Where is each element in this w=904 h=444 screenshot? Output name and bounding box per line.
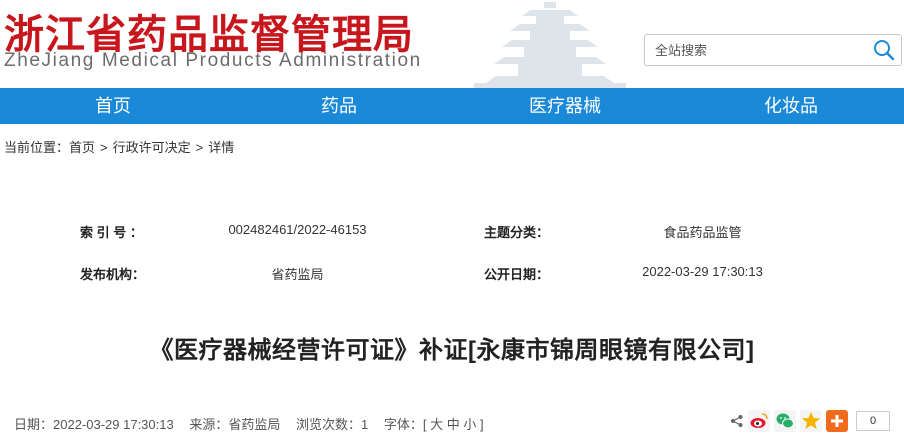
article-title: 《医疗器械经营许可证》补证[永康市锦周眼镜有限公司] [149, 337, 755, 364]
nav-item-drugs[interactable]: 药品 [226, 88, 452, 124]
breadcrumb-admin-licensing[interactable]: 行政许可决定 [113, 140, 191, 155]
font-size-suffix: ] [480, 417, 484, 432]
nav-item-cosmetics[interactable]: 化妆品 [678, 88, 904, 124]
wechat-icon[interactable] [774, 410, 796, 432]
more-icon[interactable] [826, 410, 848, 432]
document-meta: 索 引 号 ： 002482461/2022-46153 主题分类： 食品药品监… [0, 210, 904, 294]
breadcrumb-current: 详情 [208, 140, 235, 155]
breadcrumb: 当前位置：首页 > 行政许可决定 > 详情 [4, 137, 234, 156]
search-box [644, 34, 902, 66]
search-icon[interactable] [873, 39, 895, 61]
topic-label: 主题分类： [484, 225, 550, 240]
article-source: 来源：省药监局 [189, 417, 281, 432]
site-header: 浙江省药品监督管理局 ZheJiang Medical Products Adm… [0, 0, 904, 88]
share-bar: 0 [730, 410, 890, 432]
index-number-value: 002482461/2022-46153 [228, 222, 367, 237]
share-icon[interactable] [730, 410, 744, 432]
font-size-medium-button[interactable]: 中 [447, 417, 460, 432]
publish-date-label: 公开日期： [484, 267, 550, 282]
article-views: 浏览次数：1 [295, 417, 369, 432]
font-size-large-button[interactable]: 大 [430, 417, 443, 432]
article-date: 日期：2022-03-29 17:30:13 [14, 417, 174, 432]
qzone-icon[interactable] [800, 410, 822, 432]
nav-item-medical-devices[interactable]: 医疗器械 [452, 88, 678, 124]
article-info-bar: 日期：2022-03-29 17:30:13 来源：省药监局 浏览次数：1 字体… [14, 414, 484, 433]
site-logo-english: ZheJiang Medical Products Administration [4, 50, 422, 71]
breadcrumb-separator: > [100, 140, 108, 155]
share-count: 0 [856, 411, 890, 431]
breadcrumb-home[interactable]: 首页 [69, 140, 95, 155]
breadcrumb-separator: > [195, 140, 204, 155]
publisher-label: 发布机构： [80, 267, 146, 282]
main-nav: 首页 药品 医疗器械 化妆品 [0, 88, 904, 124]
topic-value: 食品药品监管 [663, 225, 742, 240]
meta-row: 发布机构： 省药监局 公开日期： 2022-03-29 17:30:13 [0, 252, 904, 294]
pagoda-decoration [474, 2, 626, 88]
search-input[interactable] [645, 35, 865, 65]
publisher-value: 省药监局 [271, 267, 324, 282]
publish-date-value: 2022-03-29 17:30:13 [642, 264, 763, 279]
meta-row: 索 引 号 ： 002482461/2022-46153 主题分类： 食品药品监… [0, 210, 904, 252]
index-number-label: 索 引 号 ： [80, 225, 143, 240]
font-size-small-button[interactable]: 小 [463, 417, 476, 432]
nav-item-home[interactable]: 首页 [0, 88, 226, 124]
weibo-icon[interactable] [748, 410, 770, 432]
breadcrumb-prefix: 当前位置： [4, 140, 70, 155]
font-size-prefix: 字体：[ [383, 417, 427, 432]
